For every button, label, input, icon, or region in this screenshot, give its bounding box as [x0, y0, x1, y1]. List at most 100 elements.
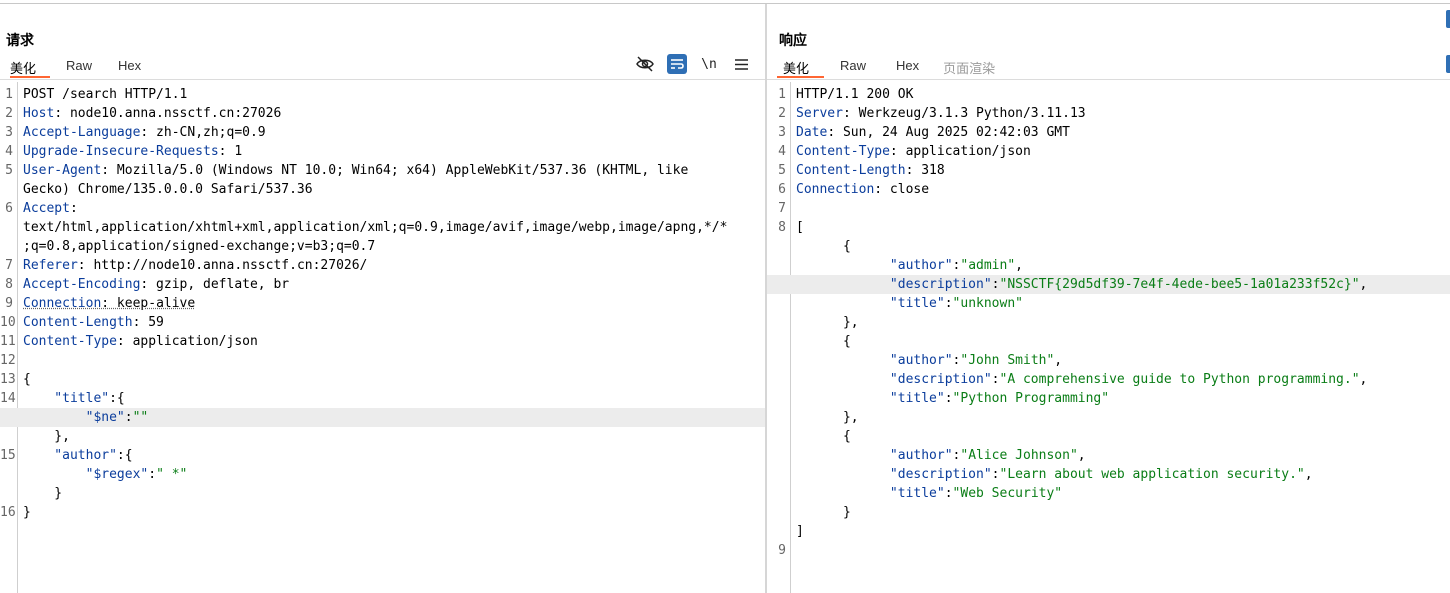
code-line[interactable]: 3 Date: Sun, 24 Aug 2025 02:42:03 GMT: [767, 123, 1450, 142]
code-text: : application/json: [889, 144, 1031, 159]
code-text: : node10.anna.nssctf.cn:27026: [54, 106, 282, 121]
response-pane: 响应 美化 Raw Hex 页面渲染 1 HTTP/1.1 200 OK 2 Serv…: [767, 4, 1450, 593]
json-key: "author": [23, 448, 117, 463]
code-line[interactable]: "title":"Web Security": [767, 484, 1450, 503]
code-line[interactable]: 16}: [0, 503, 765, 522]
header-name: Connection: [796, 182, 875, 197]
collapsed-panel-handle[interactable]: [1446, 10, 1450, 28]
tab-render[interactable]: 页面渲染: [943, 56, 995, 78]
code-line[interactable]: 5 User-Agent: Mozilla/5.0 (Windows NT 10.…: [0, 161, 765, 180]
request-editor[interactable]: 1 POST /search HTTP/1.1 2 Host: node10.anna…: [0, 82, 765, 593]
code-line[interactable]: "author":"admin",: [767, 256, 1450, 275]
code-text: },: [796, 315, 859, 330]
code-line[interactable]: 9: [767, 541, 1450, 560]
code-text: },: [23, 429, 70, 444]
hide-non-printing-eye-icon[interactable]: [635, 54, 655, 74]
code-text: :: [148, 467, 157, 482]
code-line[interactable]: 8[: [767, 218, 1450, 237]
code-text: ;q=0.8,application/signed-exchange;v=b3;…: [23, 239, 376, 254]
tab-hex[interactable]: Hex: [896, 56, 919, 78]
code-line[interactable]: text/html,application/xhtml+xml,applicat…: [0, 218, 765, 237]
line-text: }: [796, 503, 851, 522]
code-line[interactable]: 6 Connection: close: [767, 180, 1450, 199]
line-text: "author":"John Smith",: [796, 351, 1062, 370]
code-line[interactable]: 10 Content-Length: 59: [0, 313, 765, 332]
line-text: "description":"NSSCTF{29d5df39-7e4f-4ede…: [796, 275, 1367, 294]
code-line[interactable]: "title":"unknown": [767, 294, 1450, 313]
json-string: "Learn about web application security.": [999, 467, 1305, 482]
line-number: 14: [0, 391, 16, 406]
json-string: "unknown": [952, 296, 1023, 311]
code-line[interactable]: "description":"NSSCTF{29d5df39-7e4f-4ede…: [767, 275, 1450, 294]
code-line[interactable]: },: [0, 427, 765, 446]
json-string: "Alice Johnson": [960, 448, 1078, 463]
code-line[interactable]: ;q=0.8,application/signed-exchange;v=b3;…: [0, 237, 765, 256]
response-editor[interactable]: 1 HTTP/1.1 200 OK 2 Server: Werkzeug/3.1.3 …: [767, 82, 1450, 593]
code-text: ,: [1359, 277, 1368, 292]
json-string: "Web Security": [952, 486, 1063, 501]
code-line[interactable]: 7 Referer: http://node10.anna.nssctf.cn:2…: [0, 256, 765, 275]
line-number: 7: [778, 201, 786, 216]
collapsed-panel-handle[interactable]: [1446, 55, 1450, 73]
code-line[interactable]: ]: [767, 522, 1450, 541]
line-number: 6: [778, 182, 786, 197]
code-line[interactable]: "$regex":" *": [0, 465, 765, 484]
code-line[interactable]: 4 Content-Type: application/json: [767, 142, 1450, 161]
code-line[interactable]: 8 Accept-Encoding: gzip, deflate, br: [0, 275, 765, 294]
code-line[interactable]: 1 HTTP/1.1 200 OK: [767, 85, 1450, 104]
code-line[interactable]: "title":"Python Programming": [767, 389, 1450, 408]
code-line[interactable]: }: [0, 484, 765, 503]
code-line[interactable]: 6 Accept:: [0, 199, 765, 218]
code-line[interactable]: "$ne":"": [0, 408, 765, 427]
menu-icon[interactable]: [731, 54, 751, 74]
json-string: "John Smith": [960, 353, 1055, 368]
code-line[interactable]: 15 "author":{: [0, 446, 765, 465]
code-line[interactable]: Gecko) Chrome/135.0.0.0 Safari/537.36: [0, 180, 765, 199]
code-line[interactable]: 14 "title":{: [0, 389, 765, 408]
line-text: "author":"admin",: [796, 256, 1023, 275]
code-line[interactable]: 2 Host: node10.anna.nssctf.cn:27026: [0, 104, 765, 123]
code-line[interactable]: {: [767, 237, 1450, 256]
tab-pretty[interactable]: 美化: [10, 56, 50, 78]
code-line[interactable]: 12: [0, 351, 765, 370]
line-text: Server: Werkzeug/3.1.3 Python/3.11.13: [796, 104, 1086, 123]
code-line[interactable]: "description":"Learn about web applicati…: [767, 465, 1450, 484]
code-line[interactable]: },: [767, 408, 1450, 427]
line-number: 8: [5, 277, 13, 292]
code-line[interactable]: {: [767, 332, 1450, 351]
header-name: Content-Type: [796, 144, 890, 159]
tab-raw[interactable]: Raw: [840, 56, 866, 78]
code-text: :: [991, 277, 1000, 292]
code-line[interactable]: 7: [767, 199, 1450, 218]
header-name: Content-Length: [796, 163, 906, 178]
code-text: :: [944, 486, 953, 501]
line-text: {: [796, 237, 851, 256]
code-line[interactable]: "author":"Alice Johnson",: [767, 446, 1450, 465]
line-number: 4: [778, 144, 786, 159]
code-line[interactable]: 1 POST /search HTTP/1.1: [0, 85, 765, 104]
json-key: "title": [796, 486, 945, 501]
code-line[interactable]: "author":"John Smith",: [767, 351, 1450, 370]
tab-hex[interactable]: Hex: [118, 56, 141, 78]
code-line[interactable]: 9 Connection: keep-alive: [0, 294, 765, 313]
show-newlines-button[interactable]: \n: [699, 54, 719, 74]
code-line[interactable]: 5 Content-Length: 318: [767, 161, 1450, 180]
code-line[interactable]: 13 {: [0, 370, 765, 389]
code-line[interactable]: },: [767, 313, 1450, 332]
code-line[interactable]: 3 Accept-Language: zh-CN,zh;q=0.9: [0, 123, 765, 142]
tab-pretty[interactable]: 美化: [777, 56, 824, 78]
code-line[interactable]: }: [767, 503, 1450, 522]
line-text: Content-Length: 318: [796, 161, 945, 180]
code-line[interactable]: "description":"A comprehensive guide to …: [767, 370, 1450, 389]
word-wrap-toggle-icon[interactable]: [667, 54, 687, 74]
code-text: : close: [874, 182, 930, 197]
code-line[interactable]: 4 Upgrade-Insecure-Requests: 1: [0, 142, 765, 161]
line-text: Content-Type: application/json: [796, 142, 1031, 161]
code-line[interactable]: 2 Server: Werkzeug/3.1.3 Python/3.11.13: [767, 104, 1450, 123]
json-key: "title": [23, 391, 110, 406]
code-line[interactable]: {: [767, 427, 1450, 446]
line-number: 7: [5, 258, 13, 273]
code-line[interactable]: 11 Content-Type: application/json: [0, 332, 765, 351]
code-text: Gecko) Chrome/135.0.0.0 Safari/537.36: [23, 182, 313, 197]
tab-raw[interactable]: Raw: [66, 56, 92, 78]
